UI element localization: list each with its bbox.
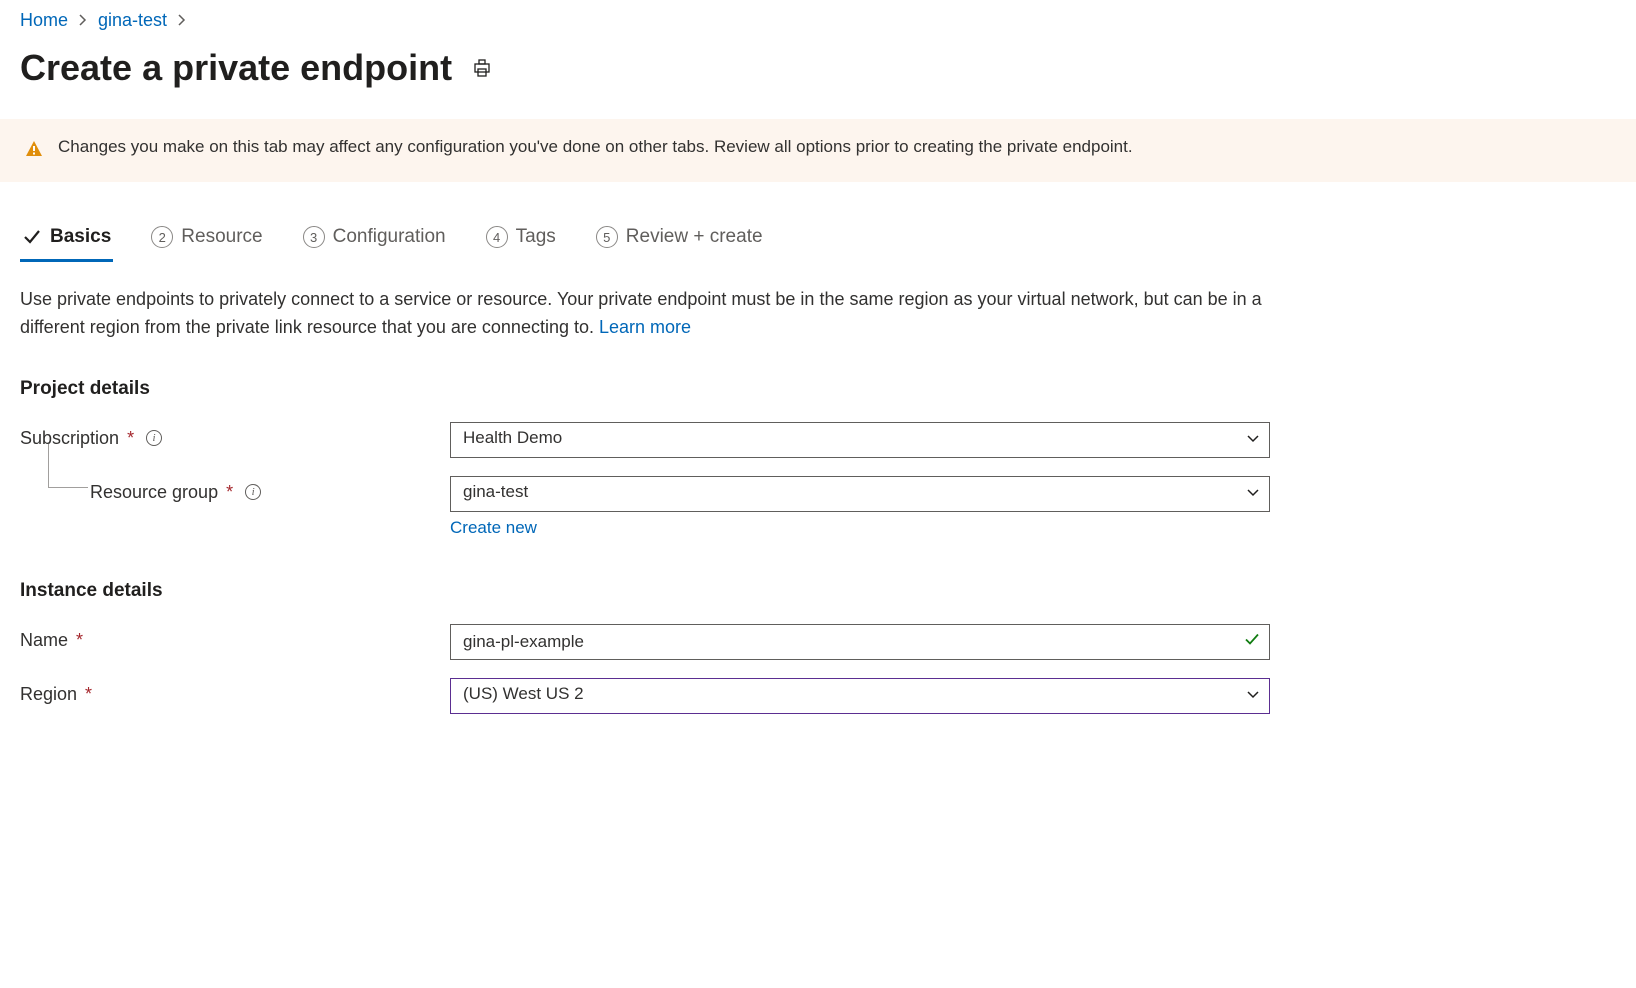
region-label: Region * [20, 678, 450, 705]
print-icon[interactable] [472, 58, 492, 78]
name-label: Name * [20, 624, 450, 651]
resource-group-select[interactable]: gina-test [450, 476, 1270, 512]
warning-text: Changes you make on this tab may affect … [58, 137, 1133, 157]
project-details-heading: Project details [20, 378, 1616, 400]
subscription-select[interactable]: Health Demo [450, 422, 1270, 458]
tab-description: Use private endpoints to privately conne… [20, 286, 1280, 342]
checkmark-icon [22, 227, 42, 247]
step-number: 2 [151, 226, 173, 248]
tree-indent-line [48, 444, 88, 488]
info-icon[interactable]: i [146, 430, 162, 446]
tab-label: Basics [50, 226, 111, 248]
resource-group-label: Resource group * i [20, 476, 450, 503]
required-indicator: * [85, 684, 92, 705]
step-number: 3 [303, 226, 325, 248]
tab-label: Review + create [626, 226, 763, 248]
step-number: 4 [486, 226, 508, 248]
tab-label: Resource [181, 226, 262, 248]
learn-more-link[interactable]: Learn more [599, 317, 691, 337]
warning-icon [24, 139, 44, 164]
required-indicator: * [127, 428, 134, 449]
tab-label: Configuration [333, 226, 446, 248]
chevron-right-icon [78, 13, 88, 29]
step-number: 5 [596, 226, 618, 248]
page-title: Create a private endpoint [20, 47, 452, 89]
region-select[interactable]: (US) West US 2 [450, 678, 1270, 714]
tab-resource[interactable]: 2 Resource [149, 218, 264, 262]
breadcrumb-item[interactable]: gina-test [98, 10, 167, 31]
breadcrumb-home[interactable]: Home [20, 10, 68, 31]
required-indicator: * [76, 630, 83, 651]
tab-label: Tags [516, 226, 556, 248]
info-icon[interactable]: i [245, 484, 261, 500]
wizard-tabs: Basics 2 Resource 3 Configuration 4 Tags… [20, 218, 1616, 262]
create-new-link[interactable]: Create new [450, 518, 537, 538]
tab-basics[interactable]: Basics [20, 218, 113, 262]
warning-banner: Changes you make on this tab may affect … [0, 119, 1636, 182]
tab-tags[interactable]: 4 Tags [484, 218, 558, 262]
tab-review-create[interactable]: 5 Review + create [594, 218, 765, 262]
instance-details-heading: Instance details [20, 580, 1616, 602]
required-indicator: * [226, 482, 233, 503]
name-input[interactable] [450, 624, 1270, 660]
chevron-right-icon [177, 13, 187, 29]
breadcrumb: Home gina-test [20, 0, 1616, 47]
tab-configuration[interactable]: 3 Configuration [301, 218, 448, 262]
